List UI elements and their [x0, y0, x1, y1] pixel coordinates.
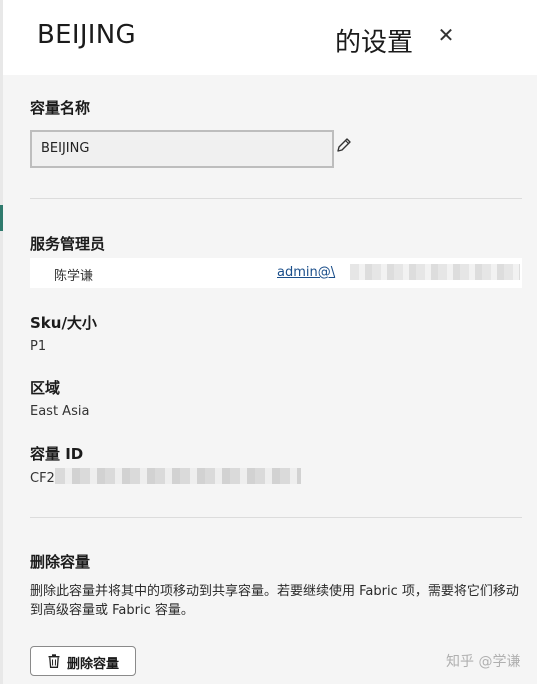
delete-capacity-button[interactable]: 删除容量 [30, 646, 136, 676]
admin-email-link[interactable]: admin@\ [277, 265, 335, 280]
admins-label: 服务管理员 [30, 235, 106, 253]
watermark: 知乎 @学谦 [446, 654, 521, 670]
admin-row: 陈学谦 admin@\ [30, 258, 522, 288]
region-value: East Asia [30, 404, 90, 419]
panel-header: BEIJING 的设置 ✕ [3, 0, 537, 75]
capacity-id-value: CF2 [30, 471, 55, 486]
capacity-id-label: 容量 ID [30, 445, 84, 463]
region-label: 区域 [30, 379, 61, 397]
capacity-name-label: 容量名称 [30, 99, 91, 117]
close-button[interactable]: ✕ [433, 22, 459, 48]
redacted-email [350, 264, 520, 280]
redacted-capacity-id [55, 468, 301, 484]
capacity-name-input[interactable] [30, 130, 334, 168]
admin-name: 陈学谦 [54, 269, 94, 284]
sku-label: Sku/大小 [30, 314, 97, 332]
delete-capacity-label: 删除容量 [30, 553, 91, 571]
trash-icon [48, 654, 60, 668]
settings-panel: BEIJING 的设置 ✕ 容量名称 服务管理员 陈学谦 admin@\ Sku… [3, 0, 537, 684]
settings-title: 的设置 [335, 28, 414, 58]
capacity-name-heading: BEIJING [37, 20, 136, 50]
delete-description: 删除此容量并将其中的项移动到共享容量。若要继续使用 Fabric 项，需要将它们… [30, 584, 519, 618]
delete-button-label: 删除容量 [67, 657, 120, 672]
divider [30, 198, 522, 199]
sku-value: P1 [30, 339, 47, 354]
close-icon: ✕ [437, 23, 455, 47]
divider [30, 517, 522, 518]
pencil-icon[interactable] [335, 136, 353, 154]
